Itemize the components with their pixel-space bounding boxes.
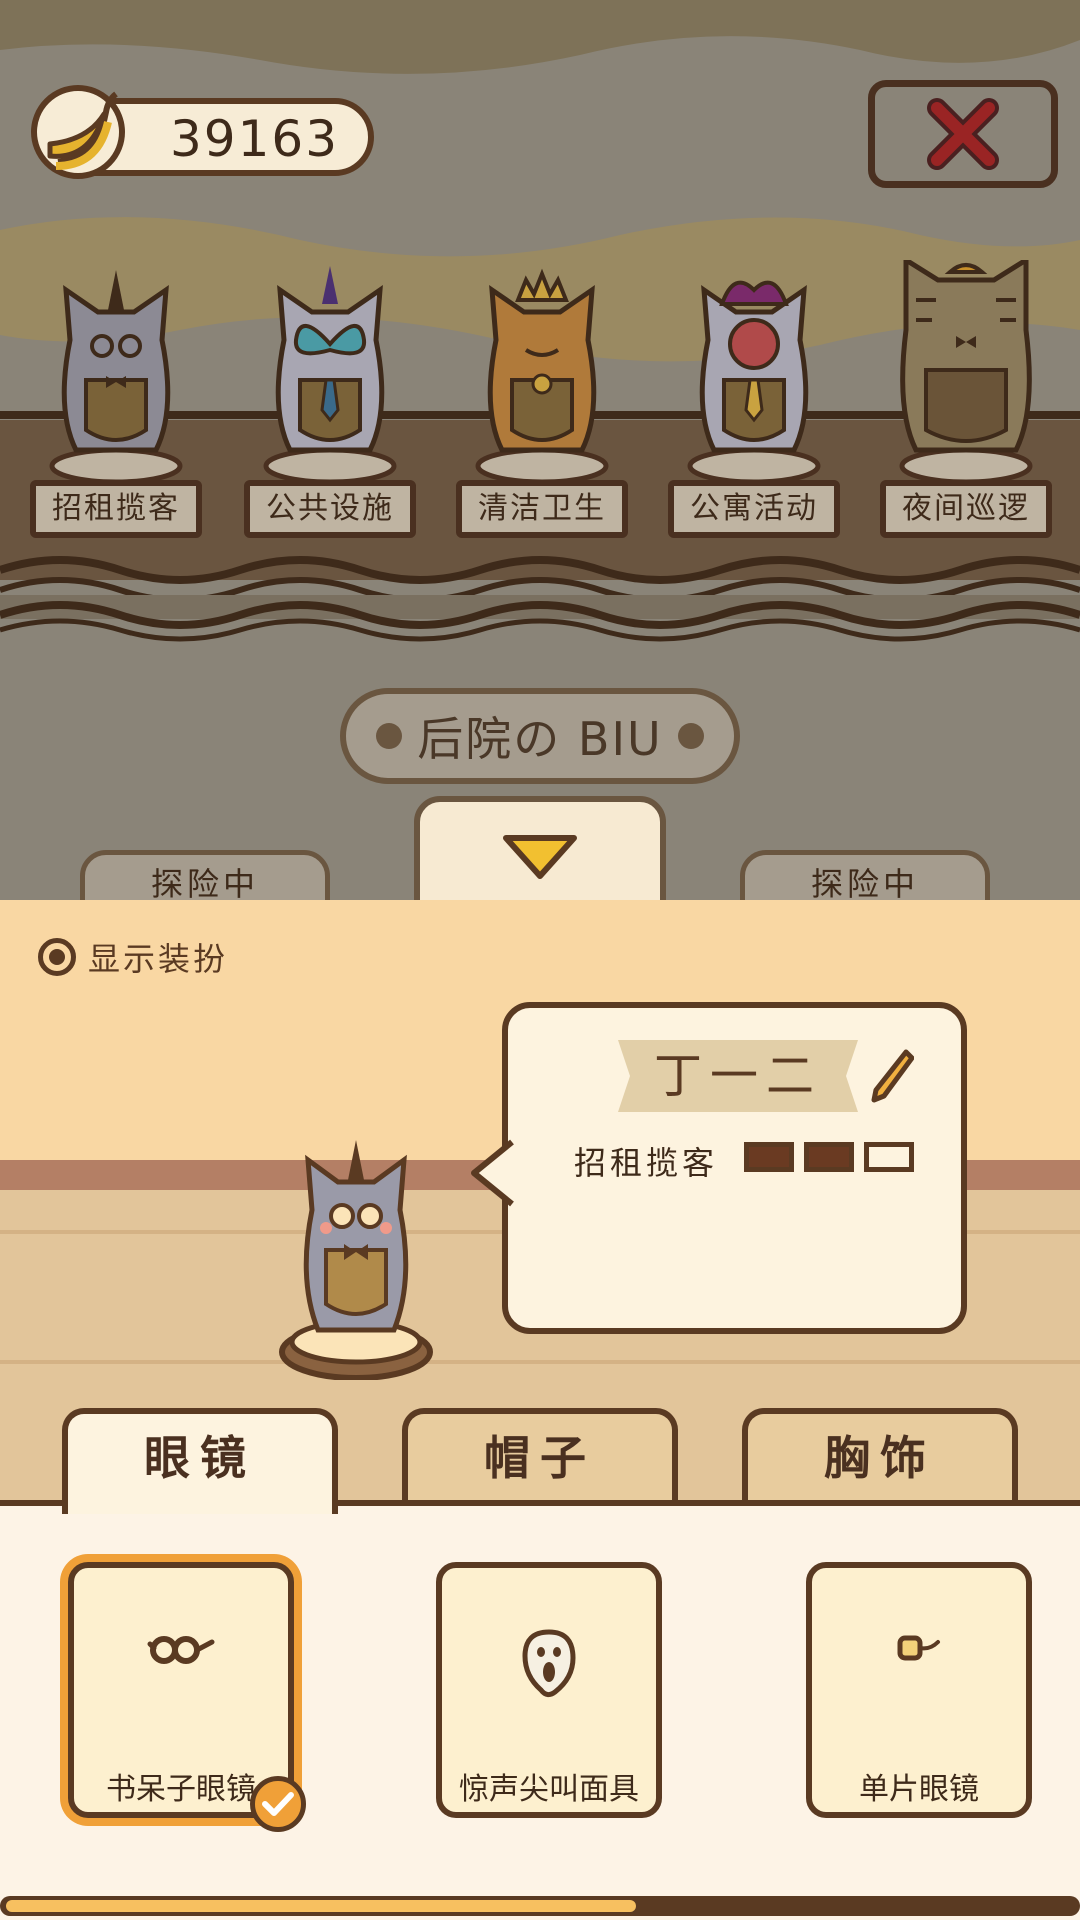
decor-dot bbox=[376, 723, 402, 749]
show-costume-toggle[interactable]: 显示装扮 bbox=[38, 934, 228, 980]
pencil-icon[interactable] bbox=[870, 1048, 914, 1104]
cat-jester-icon bbox=[687, 280, 821, 485]
radio-icon bbox=[38, 938, 76, 976]
item-grid: 书呆子眼镜 惊声尖叫面具 单片眼镜 bbox=[0, 1500, 1080, 1920]
station-activities[interactable]: 公寓活动 bbox=[664, 260, 844, 540]
expedition-tag-right[interactable]: 探险中 bbox=[740, 850, 990, 900]
level-segment bbox=[744, 1142, 794, 1172]
station-facilities[interactable]: 公共设施 bbox=[240, 260, 420, 540]
item-card-scream-mask[interactable]: 惊声尖叫面具 bbox=[436, 1562, 662, 1818]
station-rental[interactable]: 招租揽客 bbox=[26, 260, 206, 540]
backyard-scene: 39163 招租揽客 公共设施 清洁卫生 公寓活动 夜间巡逻 后院の BIU 探… bbox=[0, 0, 1080, 900]
decor-dot bbox=[678, 723, 704, 749]
close-button[interactable] bbox=[868, 80, 1058, 188]
banana-icon bbox=[31, 85, 125, 179]
close-icon bbox=[927, 98, 999, 170]
item-card-nerd-glasses[interactable]: 书呆子眼镜 bbox=[68, 1562, 294, 1818]
role-label: 招租揽客 bbox=[574, 1144, 719, 1182]
station-label: 招租揽客 bbox=[30, 480, 202, 538]
item-card-monocle[interactable]: 单片眼镜 bbox=[806, 1562, 1032, 1818]
floor-line bbox=[0, 1360, 1080, 1364]
monocle-icon bbox=[897, 1635, 940, 1661]
scream-mask-icon bbox=[522, 1629, 576, 1698]
collapse-panel-button[interactable] bbox=[414, 796, 666, 900]
show-costume-label: 显示装扮 bbox=[88, 940, 229, 978]
item-scrollbar[interactable] bbox=[0, 1896, 1080, 1916]
chevron-down-icon bbox=[503, 835, 577, 879]
banana-count: 39163 bbox=[170, 110, 340, 168]
expedition-tag-left[interactable]: 探险中 bbox=[80, 850, 330, 900]
tab-brooches[interactable]: 胸饰 bbox=[742, 1408, 1018, 1508]
bubble-tail bbox=[471, 1138, 514, 1208]
selected-check-icon bbox=[250, 1776, 306, 1832]
level-segment bbox=[864, 1142, 914, 1172]
character-portrait bbox=[279, 1140, 433, 1380]
area-title-plate: 后院の BIU bbox=[340, 688, 740, 784]
station-label: 夜间巡逻 bbox=[880, 480, 1052, 538]
character-name: 丁一二 bbox=[653, 1048, 822, 1104]
item-label: 单片眼镜 bbox=[859, 1772, 979, 1807]
cat-tabby-icon bbox=[899, 255, 1033, 485]
cat-butterfly-icon bbox=[263, 266, 397, 485]
station-patrol[interactable]: 夜间巡逻 bbox=[876, 255, 1056, 540]
station-label: 公共设施 bbox=[244, 480, 416, 538]
scrollbar-thumb[interactable] bbox=[6, 1900, 636, 1912]
tab-glasses[interactable]: 眼镜 bbox=[62, 1408, 338, 1514]
level-segment bbox=[804, 1142, 854, 1172]
station-label: 清洁卫生 bbox=[456, 480, 628, 538]
cat-crown-icon bbox=[475, 268, 609, 485]
station-label: 公寓活动 bbox=[668, 480, 840, 538]
character-info-bubble: 丁一二 招租揽客 bbox=[471, 1002, 967, 1334]
area-title: 后院の BIU bbox=[417, 712, 663, 766]
station-cleaning[interactable]: 清洁卫生 bbox=[452, 260, 632, 540]
tab-hats[interactable]: 帽子 bbox=[402, 1408, 678, 1508]
nerd-glasses-icon bbox=[147, 1636, 215, 1664]
item-label: 惊声尖叫面具 bbox=[459, 1772, 639, 1807]
cat-grey-glasses-icon bbox=[49, 270, 183, 485]
